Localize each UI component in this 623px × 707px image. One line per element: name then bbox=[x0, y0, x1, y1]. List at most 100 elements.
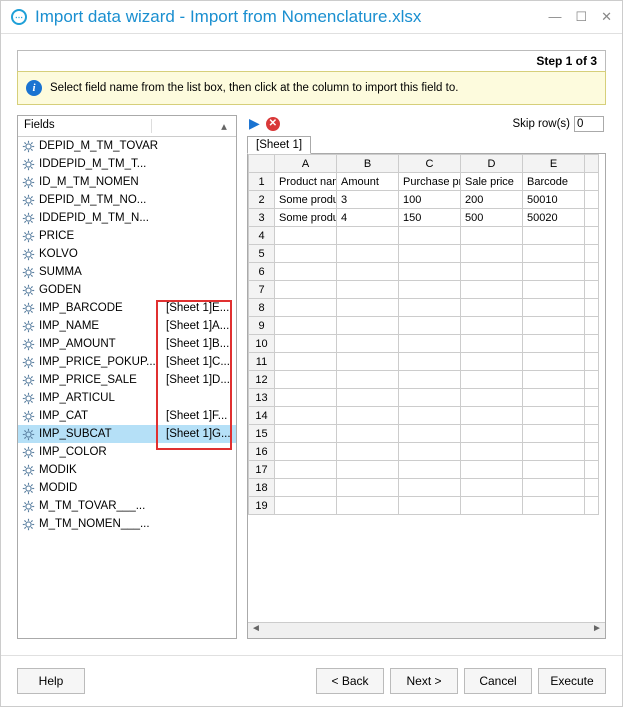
grid-cell[interactable] bbox=[337, 407, 399, 425]
field-row[interactable]: GODEN bbox=[18, 281, 236, 299]
grid-cell[interactable] bbox=[461, 479, 523, 497]
grid-cell[interactable] bbox=[337, 263, 399, 281]
grid-cell[interactable]: 50010 bbox=[523, 191, 585, 209]
grid-cell[interactable] bbox=[275, 227, 337, 245]
fields-list[interactable]: DEPID_M_TM_TOVARIDDEPID_M_TM_T...ID_M_TM… bbox=[18, 137, 236, 638]
grid-cell[interactable] bbox=[461, 299, 523, 317]
column-header[interactable]: D bbox=[461, 155, 523, 173]
field-row[interactable]: IDDEPID_M_TM_N... bbox=[18, 209, 236, 227]
grid-cell[interactable] bbox=[399, 353, 461, 371]
field-row[interactable]: PRICE bbox=[18, 227, 236, 245]
grid-cell[interactable] bbox=[399, 299, 461, 317]
grid-cell[interactable] bbox=[399, 335, 461, 353]
grid-cell[interactable] bbox=[523, 299, 585, 317]
grid-cell[interactable] bbox=[523, 317, 585, 335]
row-number[interactable]: 10 bbox=[249, 335, 275, 353]
grid-cell[interactable] bbox=[523, 371, 585, 389]
grid-cell[interactable] bbox=[523, 263, 585, 281]
grid-cell[interactable] bbox=[337, 245, 399, 263]
grid-cell[interactable]: 100 bbox=[399, 191, 461, 209]
row-number[interactable]: 2 bbox=[249, 191, 275, 209]
grid-cell[interactable] bbox=[275, 371, 337, 389]
grid-cell[interactable] bbox=[337, 479, 399, 497]
row-number[interactable]: 15 bbox=[249, 425, 275, 443]
grid-cell[interactable] bbox=[461, 443, 523, 461]
grid-cell[interactable]: 500 bbox=[461, 209, 523, 227]
column-header[interactable]: A bbox=[275, 155, 337, 173]
grid-cell[interactable] bbox=[275, 353, 337, 371]
row-number[interactable]: 19 bbox=[249, 497, 275, 515]
grid-cell[interactable] bbox=[275, 281, 337, 299]
field-row[interactable]: MODID bbox=[18, 479, 236, 497]
field-row[interactable]: IMP_CAT[Sheet 1]F... bbox=[18, 407, 236, 425]
grid-cell[interactable] bbox=[461, 389, 523, 407]
grid[interactable]: ABCDE1Product nameAmountPurchase pricSal… bbox=[247, 154, 606, 639]
grid-cell[interactable] bbox=[399, 389, 461, 407]
grid-cell[interactable] bbox=[523, 389, 585, 407]
grid-cell[interactable] bbox=[461, 425, 523, 443]
row-number[interactable]: 11 bbox=[249, 353, 275, 371]
grid-cell[interactable] bbox=[461, 371, 523, 389]
row-number[interactable]: 16 bbox=[249, 443, 275, 461]
row-number[interactable]: 4 bbox=[249, 227, 275, 245]
help-button[interactable]: Help bbox=[17, 668, 85, 694]
column-header[interactable]: C bbox=[399, 155, 461, 173]
row-number[interactable]: 18 bbox=[249, 479, 275, 497]
grid-cell[interactable] bbox=[275, 245, 337, 263]
row-number[interactable]: 8 bbox=[249, 299, 275, 317]
maximize-button[interactable]: ☐ bbox=[575, 9, 587, 25]
field-row[interactable]: IMP_PRICE_POKUP...[Sheet 1]C... bbox=[18, 353, 236, 371]
grid-cell[interactable] bbox=[275, 461, 337, 479]
grid-cell[interactable] bbox=[523, 425, 585, 443]
grid-cell[interactable] bbox=[399, 407, 461, 425]
grid-cell[interactable] bbox=[523, 407, 585, 425]
grid-cell[interactable] bbox=[461, 407, 523, 425]
sheet-tab[interactable]: [Sheet 1] bbox=[247, 136, 311, 154]
grid-cell[interactable] bbox=[523, 479, 585, 497]
scroll-left-icon[interactable]: ◄ bbox=[248, 623, 264, 638]
grid-cell[interactable] bbox=[337, 299, 399, 317]
grid-cell[interactable]: Barcode bbox=[523, 173, 585, 191]
grid-cell[interactable] bbox=[275, 479, 337, 497]
grid-cell[interactable] bbox=[275, 407, 337, 425]
grid-cell[interactable] bbox=[337, 281, 399, 299]
grid-cell[interactable] bbox=[399, 497, 461, 515]
field-row[interactable]: DEPID_M_TM_NO... bbox=[18, 191, 236, 209]
grid-cell[interactable] bbox=[399, 263, 461, 281]
row-number[interactable]: 5 bbox=[249, 245, 275, 263]
grid-cell[interactable] bbox=[461, 461, 523, 479]
row-number[interactable]: 3 bbox=[249, 209, 275, 227]
grid-cell[interactable] bbox=[275, 443, 337, 461]
field-row[interactable]: IMP_PRICE_SALE[Sheet 1]D... bbox=[18, 371, 236, 389]
grid-cell[interactable] bbox=[399, 461, 461, 479]
field-row[interactable]: IMP_AMOUNT[Sheet 1]B... bbox=[18, 335, 236, 353]
grid-cell[interactable] bbox=[399, 317, 461, 335]
field-row[interactable]: SUMMA bbox=[18, 263, 236, 281]
grid-cell[interactable] bbox=[275, 299, 337, 317]
grid-cell[interactable] bbox=[523, 227, 585, 245]
grid-cell[interactable] bbox=[399, 479, 461, 497]
grid-cell[interactable]: 50020 bbox=[523, 209, 585, 227]
grid-cell[interactable] bbox=[275, 497, 337, 515]
row-number[interactable]: 9 bbox=[249, 317, 275, 335]
grid-cell[interactable] bbox=[275, 425, 337, 443]
grid-cell[interactable]: Sale price bbox=[461, 173, 523, 191]
field-row[interactable]: ID_M_TM_NOMEN bbox=[18, 173, 236, 191]
row-number[interactable]: 1 bbox=[249, 173, 275, 191]
column-header[interactable]: B bbox=[337, 155, 399, 173]
grid-cell[interactable] bbox=[399, 443, 461, 461]
grid-cell[interactable] bbox=[337, 461, 399, 479]
back-button[interactable]: < Back bbox=[316, 668, 384, 694]
grid-cell[interactable] bbox=[399, 281, 461, 299]
scroll-right-icon[interactable]: ► bbox=[589, 623, 605, 638]
grid-cell[interactable] bbox=[275, 317, 337, 335]
row-number[interactable]: 13 bbox=[249, 389, 275, 407]
row-number[interactable]: 12 bbox=[249, 371, 275, 389]
grid-cell[interactable] bbox=[337, 353, 399, 371]
grid-cell[interactable] bbox=[337, 497, 399, 515]
field-row[interactable]: M_TM_NOMEN___... bbox=[18, 515, 236, 533]
skip-rows-input[interactable] bbox=[574, 116, 604, 132]
grid-cell[interactable] bbox=[399, 245, 461, 263]
grid-cell[interactable] bbox=[523, 353, 585, 371]
grid-cell[interactable] bbox=[523, 335, 585, 353]
